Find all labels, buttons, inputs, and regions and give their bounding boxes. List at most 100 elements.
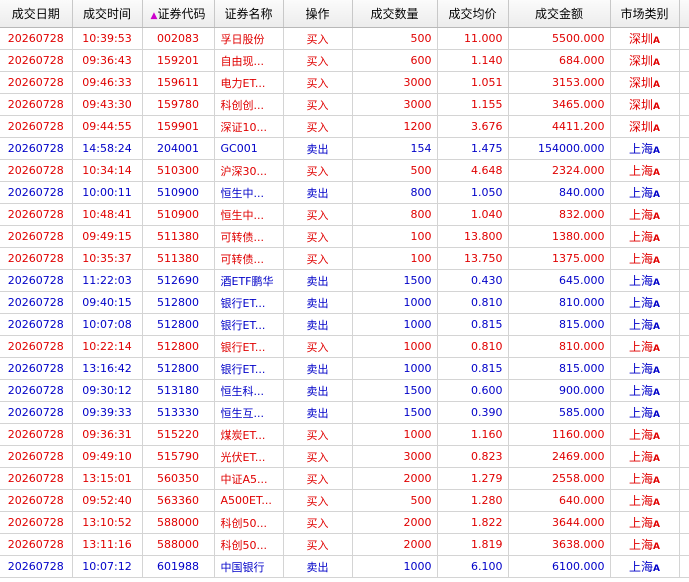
column-header-code[interactable]: ▲证券代码: [142, 0, 215, 28]
table-row[interactable]: 20260728 10:35:37 511380 可转债... 买入 100 13.750 1…: [0, 247, 689, 270]
table-row[interactable]: 20260728 09:49:10 515790 光伏ET... 买入 3000 0.823…: [0, 445, 689, 468]
table-row[interactable]: 20260728 13:16:42 512800 银行ET... 卖出 1000 0.815…: [0, 357, 689, 380]
table-row[interactable]: 20260728 09:49:15 511380 可转债... 买入 100 13.800 1…: [0, 225, 689, 248]
trade-price-cell: 4.648: [437, 159, 509, 182]
table-row[interactable]: 20260728 09:46:33 159611 电力ET... 买入 3000 1.051…: [0, 71, 689, 94]
security-name-cell: 银行ET...: [214, 291, 284, 314]
overflow-column-cell: [679, 313, 689, 336]
trade-action-cell: 买入: [283, 27, 353, 50]
trade-price-cell: 0.600: [437, 379, 509, 402]
trade-date-cell: 20260728: [0, 137, 73, 160]
trade-time-cell: 10:22:14: [72, 335, 143, 358]
market-share-class: A: [653, 366, 660, 376]
table-row[interactable]: 20260728 09:40:15 512800 银行ET... 卖出 1000 0.810…: [0, 291, 689, 314]
security-name-cell: 恒生中...: [214, 203, 284, 226]
trade-price-cell: 1.155: [437, 93, 509, 116]
trade-price-cell: 0.815: [437, 313, 509, 336]
market-name: 上海: [629, 230, 654, 244]
trade-action-cell: 买入: [283, 247, 353, 270]
market-name: 上海: [629, 384, 654, 398]
column-header-time[interactable]: 成交时间: [72, 0, 143, 28]
market-share-class: A: [653, 344, 660, 354]
trade-amount-cell: 1160.000: [508, 423, 611, 446]
column-header-overflow: [679, 0, 689, 28]
market-type-cell: 上海A: [610, 137, 680, 160]
trade-time-cell: 09:36:31: [72, 423, 143, 446]
security-name-cell: 中国银行: [214, 555, 284, 578]
table-row[interactable]: 20260728 10:07:08 512800 银行ET... 卖出 1000 0.815…: [0, 313, 689, 336]
overflow-column-cell: [679, 269, 689, 292]
overflow-column-cell: [679, 357, 689, 380]
trade-date-cell: 20260728: [0, 555, 73, 578]
security-code-cell: 511380: [142, 247, 215, 270]
market-name: 上海: [629, 274, 654, 288]
trade-date-cell: 20260728: [0, 93, 73, 116]
trade-time-cell: 09:40:15: [72, 291, 143, 314]
table-row[interactable]: 20260728 10:34:14 510300 沪深30... 买入 500 4.648 2…: [0, 159, 689, 182]
overflow-column-cell: [679, 291, 689, 314]
table-row[interactable]: 20260728 11:22:03 512690 酒ETF鹏华 卖出 1500 0.430 6…: [0, 269, 689, 292]
security-code-cell: 510900: [142, 203, 215, 226]
trade-quantity-cell: 154: [352, 137, 438, 160]
trade-action-cell: 买入: [283, 93, 353, 116]
market-type-cell: 上海A: [610, 357, 680, 380]
trade-amount-cell: 3644.000: [508, 511, 611, 534]
column-header-amount[interactable]: 成交金额: [508, 0, 611, 28]
table-row[interactable]: 20260728 10:48:41 510900 恒生中... 买入 800 1.040 83…: [0, 203, 689, 226]
overflow-column-cell: [679, 115, 689, 138]
table-row[interactable]: 20260728 13:11:16 588000 科创50... 买入 2000 1.819…: [0, 533, 689, 556]
market-share-class: A: [653, 564, 660, 574]
trade-time-cell: 10:00:11: [72, 181, 143, 204]
column-header-quantity[interactable]: 成交数量: [352, 0, 438, 28]
column-header-market[interactable]: 市场类别: [610, 0, 680, 28]
trade-price-cell: 0.390: [437, 401, 509, 424]
market-share-class: A: [653, 278, 660, 288]
market-type-cell: 上海A: [610, 467, 680, 490]
table-row[interactable]: 20260728 09:39:33 513330 恒生互... 卖出 1500 0.390 5…: [0, 401, 689, 424]
trade-date-cell: 20260728: [0, 247, 73, 270]
table-row[interactable]: 20260728 09:44:55 159901 深证10... 买入 1200 3.676…: [0, 115, 689, 138]
trade-price-cell: 11.000: [437, 27, 509, 50]
overflow-column-cell: [679, 555, 689, 578]
table-row[interactable]: 20260728 09:30:12 513180 恒生科... 卖出 1500 0.600 9…: [0, 379, 689, 402]
security-code-cell: 513330: [142, 401, 215, 424]
trade-time-cell: 09:39:33: [72, 401, 143, 424]
trade-price-cell: 1.050: [437, 181, 509, 204]
market-type-cell: 深圳A: [610, 115, 680, 138]
table-row[interactable]: 20260728 13:10:52 588000 科创50... 买入 2000 1.822…: [0, 511, 689, 534]
table-row[interactable]: 20260728 09:52:40 563360 A500ET... 买入 500 1.28…: [0, 489, 689, 512]
market-name: 上海: [629, 406, 654, 420]
trade-action-cell: 卖出: [283, 357, 353, 380]
table-row[interactable]: 20260728 10:39:53 002083 孚日股份 买入 500 11.000 550…: [0, 27, 689, 50]
table-row[interactable]: 20260728 09:43:30 159780 科创创... 买入 3000 1.155 3…: [0, 93, 689, 116]
trade-price-cell: 0.430: [437, 269, 509, 292]
table-row[interactable]: 20260728 09:36:43 159201 自由现... 买入 600 1.140 68…: [0, 49, 689, 72]
table-row[interactable]: 20260728 10:07:12 601988 中国银行 卖出 1000 6.100 610…: [0, 555, 689, 578]
table-row[interactable]: 20260728 10:00:11 510900 恒生中... 卖出 800 1.050 84…: [0, 181, 689, 204]
trade-amount-cell: 3465.000: [508, 93, 611, 116]
trade-price-cell: 1.160: [437, 423, 509, 446]
column-header-date[interactable]: 成交日期: [0, 0, 73, 28]
table-row[interactable]: 20260728 14:58:24 204001 GC001 卖出 154 1.475 154…: [0, 137, 689, 160]
trade-quantity-cell: 100: [352, 247, 438, 270]
column-header-name[interactable]: 证券名称: [214, 0, 284, 28]
trade-time-cell: 13:15:01: [72, 467, 143, 490]
trade-date-cell: 20260728: [0, 533, 73, 556]
table-row[interactable]: 20260728 10:22:14 512800 银行ET... 买入 1000 0.810…: [0, 335, 689, 358]
market-name: 上海: [629, 164, 654, 178]
trade-date-cell: 20260728: [0, 313, 73, 336]
security-name-cell: 恒生中...: [214, 181, 284, 204]
column-header-price[interactable]: 成交均价: [437, 0, 509, 28]
column-header-code-label: 证券代码: [157, 7, 206, 21]
market-type-cell: 上海A: [610, 533, 680, 556]
trade-quantity-cell: 1500: [352, 269, 438, 292]
security-name-cell: 恒生科...: [214, 379, 284, 402]
market-share-class: A: [653, 410, 660, 420]
column-header-action[interactable]: 操作: [283, 0, 353, 28]
trade-time-cell: 09:44:55: [72, 115, 143, 138]
table-row[interactable]: 20260728 09:36:31 515220 煤炭ET... 买入 1000 1.160…: [0, 423, 689, 446]
table-row[interactable]: 20260728 13:15:01 560350 中证A5... 买入 2000 1.279…: [0, 467, 689, 490]
trade-amount-cell: 1375.000: [508, 247, 611, 270]
market-share-class: A: [653, 234, 660, 244]
market-type-cell: 上海A: [610, 269, 680, 292]
